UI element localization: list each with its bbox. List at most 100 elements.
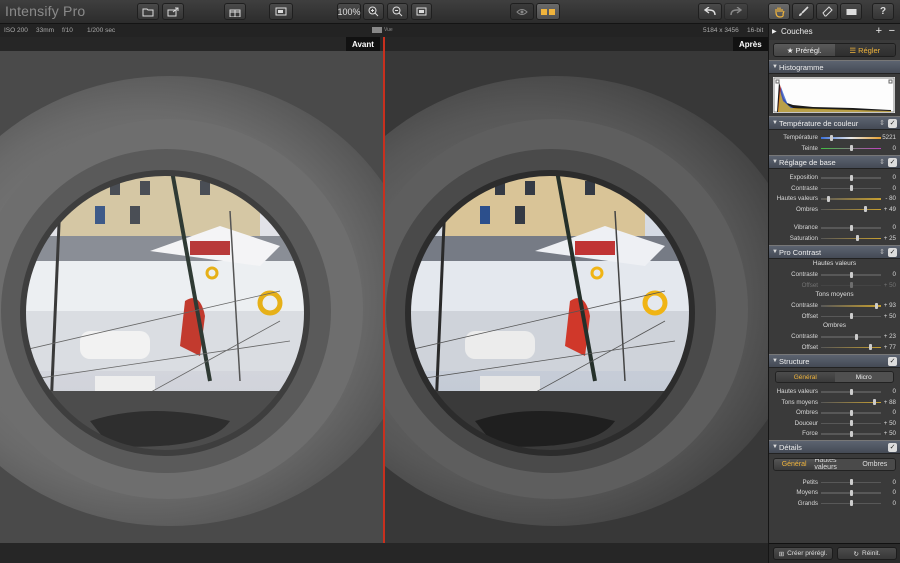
structure-tab-micro[interactable]: Micro [834,372,893,382]
collapse-icon[interactable]: ▶ [772,28,777,35]
slider-knob[interactable] [849,271,853,278]
hand-tool-button[interactable] [768,3,790,20]
slider-value[interactable]: + 25 [884,235,896,242]
slider-knob[interactable] [849,479,853,485]
after-image[interactable] [385,51,768,543]
view-selector[interactable]: Vue [372,27,393,33]
mask-tool-button[interactable] [840,3,862,20]
pro-contrast-header[interactable]: ▼ Pro Contrast ⇕ ✓ [769,245,900,259]
slider-knob[interactable] [863,206,867,212]
slider-track[interactable] [821,206,881,212]
zoom-in-button[interactable] [363,3,384,20]
slider-knob[interactable] [855,333,859,340]
zoom-level-button[interactable]: 100% [337,3,361,20]
slider-value[interactable]: + 50 [884,282,896,289]
slider-knob[interactable] [849,185,853,191]
slider-knob[interactable] [875,302,879,309]
enable-checkbox[interactable]: ✓ [888,158,897,167]
slider-value[interactable]: 0 [893,185,896,192]
slider-knob[interactable] [849,420,853,426]
slider-knob[interactable] [849,174,853,181]
before-image[interactable] [0,51,383,543]
slider-track[interactable] [821,313,881,319]
slider-knob[interactable] [873,399,877,405]
slider-track[interactable] [821,399,881,405]
slider-track[interactable] [821,479,881,485]
slider-value[interactable]: 0 [893,409,896,416]
reorder-icon[interactable]: ⇕ [879,158,885,166]
tab-presets[interactable]: ★ Prérégl. [774,44,835,56]
slider-track[interactable] [821,235,881,241]
slider-value[interactable]: + 50 [884,430,896,437]
slider-knob[interactable] [829,134,833,141]
slider-value[interactable]: + 23 [884,333,896,340]
view-mode-button[interactable] [269,3,293,20]
slider-knob[interactable] [849,224,853,231]
enable-checkbox[interactable]: ✓ [888,248,897,257]
slider-value[interactable]: - 80 [885,195,896,202]
tab-adjust[interactable]: ☰ Régler [834,44,895,56]
slider-value[interactable]: 0 [893,500,896,507]
slider-knob[interactable] [849,409,853,416]
slider-value[interactable]: 0 [893,388,896,395]
reorder-icon[interactable]: ⇕ [879,248,885,256]
slider-track[interactable] [821,344,881,350]
slider-knob[interactable] [849,145,853,151]
enable-checkbox[interactable]: ✓ [888,119,897,128]
slider-track[interactable] [821,145,881,151]
preview-toggle-button[interactable] [510,3,534,20]
share-button[interactable] [162,3,184,20]
slider-knob[interactable] [849,282,853,288]
redo-button[interactable] [724,3,748,20]
slider-track[interactable] [821,420,881,426]
gift-button[interactable] [224,3,246,20]
fit-screen-button[interactable] [411,3,432,20]
slider-track[interactable] [821,489,881,496]
add-layer-button[interactable]: + [876,25,882,37]
details-tab-general[interactable]: Général [774,458,815,470]
slider-knob[interactable] [849,489,853,496]
slider-knob[interactable] [849,430,853,437]
color-temperature-header[interactable]: ▼ Température de couleur ⇕ ✓ [769,116,900,130]
slider-knob[interactable] [826,195,830,202]
open-file-button[interactable] [137,3,159,20]
slider-value[interactable]: + 93 [884,302,896,309]
slider-track[interactable] [821,224,881,231]
slider-value[interactable]: 0 [893,224,896,231]
slider-value[interactable]: + 50 [884,313,896,320]
slider-value[interactable]: 0 [893,145,896,152]
slider-value[interactable]: 0 [893,489,896,496]
split-view-button[interactable] [536,3,560,20]
remove-layer-button[interactable]: − [889,25,895,37]
slider-value[interactable]: 0 [893,174,896,181]
details-tab-highlights[interactable]: Hautes valeurs [814,458,855,470]
split-divider[interactable] [383,37,385,563]
help-button[interactable]: ? [872,3,894,20]
enable-checkbox[interactable]: ✓ [888,442,897,452]
slider-value[interactable]: 5221 [882,134,896,141]
basic-adjust-header[interactable]: ▼ Réglage de base ⇕ ✓ [769,155,900,169]
slider-value[interactable]: + 77 [884,344,896,351]
slider-value[interactable]: + 50 [884,420,896,427]
slider-value[interactable]: 0 [893,479,896,486]
slider-track[interactable] [821,302,881,309]
reorder-icon[interactable]: ⇕ [879,119,885,127]
slider-track[interactable] [821,185,881,191]
slider-track[interactable] [821,134,881,141]
slider-value[interactable]: + 88 [884,399,896,406]
details-header[interactable]: ▼ Détails ✓ [769,439,900,454]
slider-value[interactable]: 0 [893,271,896,278]
brush-tool-button[interactable] [792,3,814,20]
slider-track[interactable] [821,271,881,278]
slider-track[interactable] [821,430,881,437]
slider-knob[interactable] [849,313,853,319]
slider-track[interactable] [821,333,881,340]
histogram-header[interactable]: ▼ Histogramme [769,60,900,74]
slider-track[interactable] [821,174,881,181]
slider-knob[interactable] [869,344,873,350]
zoom-out-button[interactable] [387,3,408,20]
slider-track[interactable] [821,195,881,202]
slider-track[interactable] [821,409,881,416]
slider-knob[interactable] [849,388,853,395]
undo-button[interactable] [698,3,722,20]
